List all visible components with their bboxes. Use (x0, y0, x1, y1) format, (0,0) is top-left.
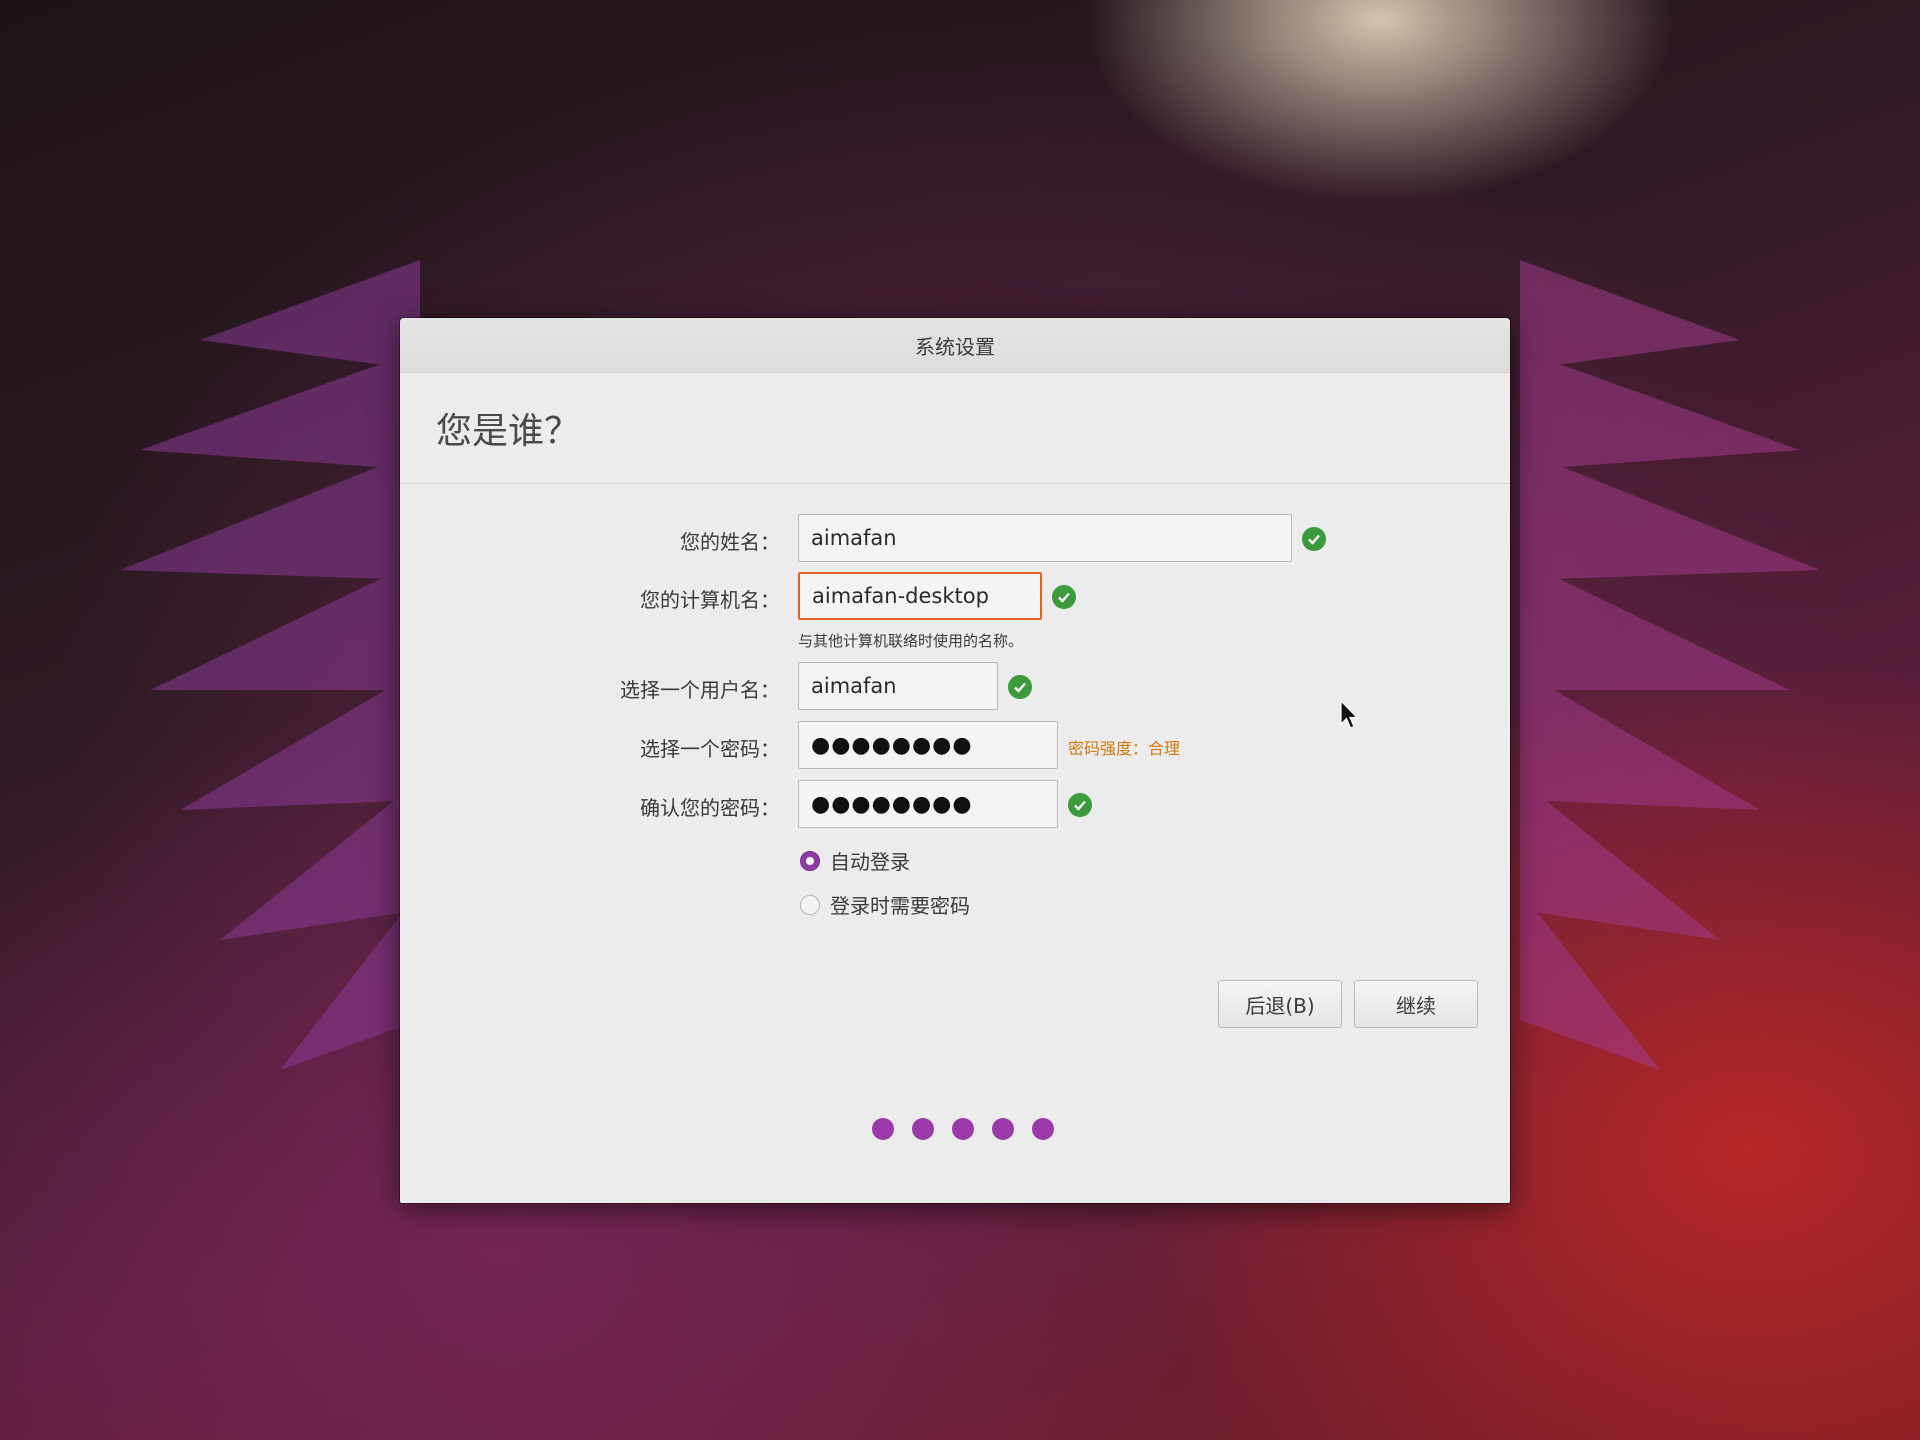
window-title: 系统设置 (915, 334, 995, 359)
progress-step-dot (992, 1118, 1014, 1140)
setup-window: 系统设置 您是谁？ 您的姓名： aimafan 您的计算机名： aimafan-… (400, 318, 1510, 1203)
mouse-pointer-icon (1340, 700, 1359, 729)
progress-indicator (872, 1118, 1054, 1140)
password-label: 选择一个密码： (640, 737, 780, 761)
name-label: 您的姓名： (680, 530, 780, 554)
confirm-password-valid-check-icon (1068, 793, 1092, 817)
back-button[interactable]: 后退(B) (1218, 980, 1342, 1028)
name-row: 您的姓名： aimafan (400, 514, 1510, 564)
progress-step-dot (872, 1118, 894, 1140)
page-heading: 您是谁？ (436, 411, 581, 452)
heading-band: 您是谁？ (400, 373, 1510, 484)
username-input[interactable]: aimafan (798, 662, 998, 710)
confirm-password-input[interactable]: ●●●●●●●● (798, 780, 1058, 828)
confirm-password-label: 确认您的密码： (640, 796, 780, 820)
confirm-password-row: 确认您的密码： ●●●●●●●● (400, 780, 1510, 830)
password-strength-label: 密码强度：合理 (1068, 739, 1181, 758)
auto-login-label: 自动登录 (830, 850, 910, 874)
require-password-radio[interactable] (800, 894, 820, 915)
name-input[interactable]: aimafan (798, 514, 1292, 562)
computer-name-input[interactable]: aimafan-desktop (798, 572, 1042, 620)
computer-name-valid-check-icon (1052, 585, 1076, 609)
require-password-option[interactable]: 登录时需要密码 (800, 890, 970, 919)
computer-name-row: 您的计算机名： aimafan-desktop 与其他计算机联络时使用的名称。 (400, 572, 1510, 652)
progress-step-dot (952, 1118, 974, 1140)
wallpaper-wing-right (1520, 260, 1820, 1070)
computer-name-hint: 与其他计算机联络时使用的名称。 (798, 632, 1024, 650)
window-titlebar[interactable]: 系统设置 (400, 318, 1510, 373)
name-valid-check-icon (1302, 527, 1326, 551)
username-valid-check-icon (1008, 675, 1032, 699)
progress-step-dot (1032, 1118, 1054, 1140)
computer-name-label: 您的计算机名： (640, 588, 780, 612)
auto-login-radio[interactable] (800, 850, 820, 871)
progress-step-dot (912, 1118, 934, 1140)
continue-button[interactable]: 继续 (1354, 980, 1478, 1028)
username-label: 选择一个用户名： (620, 678, 780, 702)
wallpaper-wing-left (120, 260, 420, 1070)
require-password-label: 登录时需要密码 (830, 894, 970, 918)
auto-login-option[interactable]: 自动登录 (800, 846, 910, 875)
password-input[interactable]: ●●●●●●●● (798, 721, 1058, 769)
